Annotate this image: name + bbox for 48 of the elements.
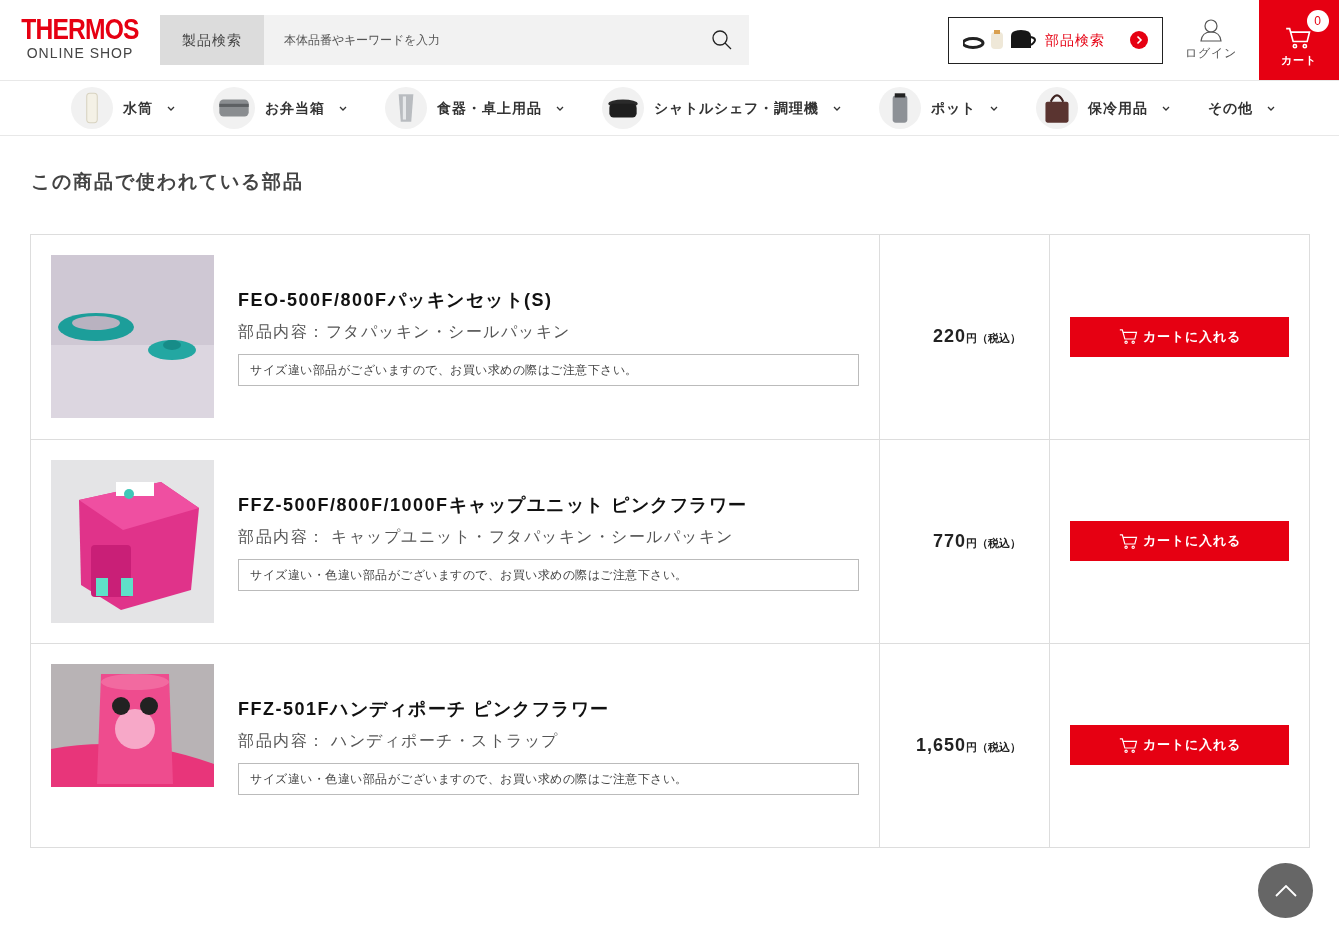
parts-search-button[interactable]: 部品検索	[948, 16, 1163, 64]
search-field[interactable]: 本体品番やキーワードを入力	[264, 15, 749, 65]
cart-icon	[1118, 328, 1139, 345]
price: 220円（税込）	[932, 325, 1021, 348]
category-menu-item[interactable]: 食器・卓上用品	[384, 87, 564, 129]
category-menu-item[interactable]: ポット	[878, 87, 998, 129]
parts-contents: 部品内容：フタパッキン・シールパッキン	[238, 322, 572, 342]
add-to-cart-button[interactable]: カートに入れる	[1070, 521, 1289, 561]
parts-icon	[963, 28, 1039, 52]
scroll-to-top-button[interactable]	[1258, 863, 1313, 918]
chevron-right-icon	[1130, 31, 1148, 49]
user-icon	[1199, 18, 1223, 42]
notice-box: サイズ違い・色違い部品がございますので、お買い求めの際はご注意下さい。	[238, 558, 859, 591]
add-to-cart-button[interactable]: カートに入れる	[1070, 316, 1289, 357]
logo-subtitle: ONLINE SHOP	[26, 44, 134, 62]
category-menu-item[interactable]: お弁当箱	[212, 87, 347, 129]
chevron-down-icon	[1161, 106, 1170, 112]
logo-brand[interactable]: THERMOS	[21, 14, 139, 44]
category-menu-item[interactable]: シャトルシェフ・調理機	[601, 87, 841, 129]
notice-box: サイズ違い・色違い部品がございますので、お買い求めの際はご注意下さい。	[238, 762, 859, 795]
chevron-down-icon	[555, 106, 564, 112]
cart-button[interactable]: カート 0	[1259, 0, 1339, 80]
cart-icon	[1285, 25, 1313, 50]
category-menu-item[interactable]: その他	[1207, 97, 1275, 119]
chevron-down-icon	[1266, 106, 1275, 112]
search-icon[interactable]	[711, 29, 733, 51]
chevron-down-icon	[989, 106, 998, 112]
product-name[interactable]: FFZ-501Fハンディポーチ ピンクフラワー	[238, 695, 859, 723]
notice-box: サイズ違い部品がございますので、お買い求めの際はご注意下さい。	[238, 354, 859, 386]
chevron-down-icon	[338, 106, 347, 112]
parts-contents: 部品内容： ハンディポーチ・ストラップ	[238, 730, 560, 751]
search-category-tab[interactable]: 製品検索	[160, 15, 264, 65]
add-to-cart-button[interactable]: カートに入れる	[1070, 725, 1289, 765]
parts-contents: 部品内容： キャップユニット・フタパッキン・シールパッキン	[238, 526, 735, 547]
category-menu-item[interactable]: 水筒	[70, 87, 175, 129]
section-title: この商品で使われている部品	[31, 170, 305, 194]
chevron-down-icon	[832, 106, 841, 112]
price: 770円（税込）	[932, 529, 1021, 553]
category-menu-item[interactable]: 保冷用品	[1035, 87, 1170, 129]
login-button[interactable]: ログイン	[1163, 0, 1259, 80]
price: 1,650円（税込）	[915, 733, 1021, 757]
cart-count-badge: 0	[1307, 10, 1329, 32]
chevron-down-icon	[166, 106, 175, 112]
chevron-up-icon	[1274, 884, 1297, 897]
product-name[interactable]: FFZ-500F/800F/1000Fキャップユニット ピンクフラワー	[238, 491, 859, 519]
product-name[interactable]: FEO-500F/800Fパッキンセット(S)	[238, 287, 859, 314]
cart-icon	[1118, 532, 1139, 550]
cart-icon	[1118, 736, 1139, 754]
